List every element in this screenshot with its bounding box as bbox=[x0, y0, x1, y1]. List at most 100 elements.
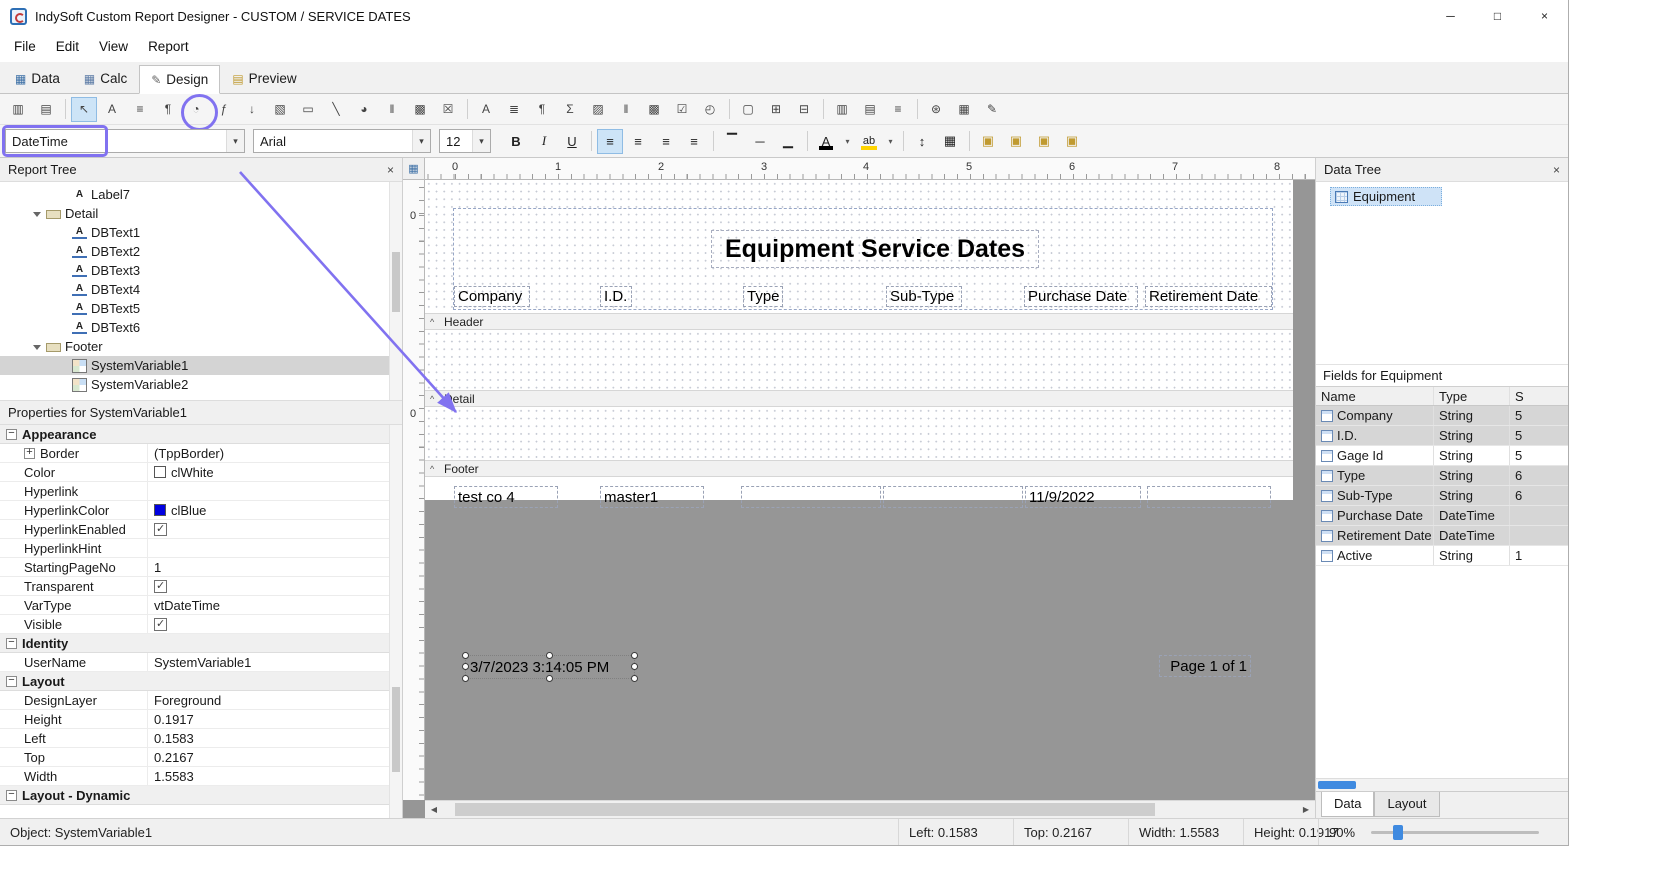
tree-item-dbtext4[interactable]: DBText4 bbox=[0, 280, 402, 299]
property-value-cell[interactable] bbox=[148, 577, 402, 595]
menu-view[interactable]: View bbox=[89, 32, 138, 62]
prop-designlayer[interactable]: DesignLayer Foreground bbox=[0, 691, 402, 710]
select-tool[interactable]: ↖ bbox=[71, 97, 97, 122]
dbtext-subtype[interactable] bbox=[883, 486, 1023, 508]
barcode-2d-tool[interactable]: ▩ bbox=[407, 97, 433, 122]
expand-icon[interactable] bbox=[24, 448, 35, 459]
underline-button[interactable]: U bbox=[559, 129, 585, 154]
menu-report[interactable]: Report bbox=[138, 32, 199, 62]
maximize-button[interactable]: □ bbox=[1474, 0, 1521, 32]
tree-expander-icon[interactable] bbox=[32, 209, 42, 219]
menu-edit[interactable]: Edit bbox=[46, 32, 89, 62]
tree-item-dbtext6[interactable]: DBText6 bbox=[0, 318, 402, 337]
image-tool[interactable]: ▧ bbox=[267, 97, 293, 122]
valign-middle-button[interactable]: ─ bbox=[747, 129, 773, 154]
prop-hyperlinkcolor[interactable]: HyperlinkColor clBlue bbox=[0, 501, 402, 520]
field-row-gage-id[interactable]: Gage Id String 5 bbox=[1316, 446, 1568, 466]
dbtext-type[interactable] bbox=[741, 486, 881, 508]
barcode-tool[interactable]: ‖ bbox=[379, 97, 405, 122]
dbrichtext-tool[interactable]: ¶ bbox=[529, 97, 555, 122]
tab-calc[interactable]: ▦ Calc bbox=[72, 64, 139, 93]
selection-handle[interactable] bbox=[462, 675, 469, 682]
grid-snap-button[interactable]: ▦ bbox=[937, 129, 963, 154]
align-palette-icon[interactable]: ≡ bbox=[885, 97, 911, 122]
valign-bottom-button[interactable]: ▁ bbox=[775, 129, 801, 154]
selection-handle[interactable] bbox=[462, 663, 469, 670]
system-variable-tool[interactable]: ◔ bbox=[183, 97, 209, 122]
collapse-icon[interactable] bbox=[6, 790, 17, 801]
checkbox-icon[interactable] bbox=[154, 580, 167, 593]
prop-group-layout-dynamic[interactable]: Layout - Dynamic bbox=[0, 786, 402, 805]
column-size-header[interactable]: S bbox=[1510, 387, 1568, 405]
systemvariable1-datetime-object[interactable]: 3/7/2023 3:14:05 PM bbox=[465, 655, 635, 679]
align-justify-button[interactable]: ≡ bbox=[681, 129, 707, 154]
chart-tool[interactable]: ◕ bbox=[351, 97, 377, 122]
report-settings-icon[interactable]: ⊛ bbox=[923, 97, 949, 122]
selection-handle[interactable] bbox=[631, 675, 638, 682]
bold-button[interactable]: B bbox=[503, 129, 529, 154]
crosstab-tool[interactable]: ⊟ bbox=[791, 97, 817, 122]
selection-handle[interactable] bbox=[546, 652, 553, 659]
column-header-company[interactable]: Company bbox=[454, 286, 530, 307]
band-view-icon[interactable]: ▤ bbox=[33, 97, 59, 122]
header-band-separator[interactable]: Header bbox=[425, 313, 1293, 330]
line-tool[interactable]: ╲ bbox=[323, 97, 349, 122]
dbbarcode-tool[interactable]: ‖ bbox=[613, 97, 639, 122]
prop-group-layout[interactable]: Layout bbox=[0, 672, 402, 691]
dbmemo-tool[interactable]: ≣ bbox=[501, 97, 527, 122]
ruler-corner-button[interactable]: ▦ bbox=[403, 158, 425, 180]
dbchart-tool[interactable]: ◴ bbox=[697, 97, 723, 122]
font-name-combo[interactable]: Arial ▾ bbox=[253, 129, 431, 153]
dbtext-purchase-date[interactable]: 11/9/2022 bbox=[1025, 486, 1141, 508]
prop-visible[interactable]: Visible bbox=[0, 615, 402, 634]
field-row-id[interactable]: I.D. String 5 bbox=[1316, 426, 1568, 446]
send-to-back-button[interactable]: ▣ bbox=[1003, 129, 1029, 154]
dbcalc-tool[interactable]: Σ bbox=[557, 97, 583, 122]
report-tree-toggle-icon[interactable]: ▥ bbox=[829, 97, 855, 122]
data-tree-item-equipment[interactable]: Equipment bbox=[1330, 187, 1442, 206]
bring-to-front-button[interactable]: ▣ bbox=[975, 129, 1001, 154]
prop-startingpageno[interactable]: StartingPageNo 1 bbox=[0, 558, 402, 577]
selection-handle[interactable] bbox=[462, 652, 469, 659]
move-forward-button[interactable]: ▣ bbox=[1031, 129, 1057, 154]
font-color-button[interactable]: A bbox=[813, 129, 839, 154]
property-value-cell[interactable] bbox=[148, 615, 402, 633]
combo-dropdown-icon[interactable]: ▾ bbox=[226, 130, 244, 152]
collapse-icon[interactable] bbox=[6, 676, 17, 687]
highlight-color-button[interactable]: ab bbox=[856, 129, 882, 154]
combo-dropdown-icon[interactable]: ▾ bbox=[412, 130, 430, 152]
tree-expander-icon[interactable] bbox=[32, 342, 42, 352]
scroll-left-icon[interactable]: ◀ bbox=[425, 801, 443, 818]
tree-item-systemvariable2[interactable]: SystemVariable2 bbox=[0, 375, 402, 394]
align-left-button[interactable]: ≡ bbox=[597, 129, 623, 154]
data-tree-toggle-icon[interactable]: ▤ bbox=[857, 97, 883, 122]
richtext-tool[interactable]: ¶ bbox=[155, 97, 181, 122]
dbtext-id[interactable]: master1 bbox=[600, 486, 704, 508]
prop-transparent[interactable]: Transparent bbox=[0, 577, 402, 596]
region-tool[interactable]: ▢ bbox=[735, 97, 761, 122]
tab-preview[interactable]: ▤ Preview bbox=[220, 64, 308, 93]
footer-band-separator[interactable]: Footer bbox=[425, 460, 1293, 477]
field-row-company[interactable]: Company String 5 bbox=[1316, 406, 1568, 426]
property-value-cell[interactable]: 0.1917 bbox=[148, 710, 402, 728]
report-tree-scrollbar[interactable] bbox=[389, 182, 402, 400]
property-value-cell[interactable]: vtDateTime bbox=[148, 596, 402, 614]
db2dbarcode-tool[interactable]: ▩ bbox=[641, 97, 667, 122]
report-outline-icon[interactable]: ▥ bbox=[5, 97, 31, 122]
field-row-type[interactable]: Type String 6 bbox=[1316, 466, 1568, 486]
move-backward-button[interactable]: ▣ bbox=[1059, 129, 1085, 154]
report-tree-close-icon[interactable]: × bbox=[387, 163, 394, 177]
scrollbar-thumb[interactable] bbox=[392, 687, 400, 772]
property-value-cell[interactable]: (TppBorder) bbox=[148, 444, 402, 462]
object-type-combo[interactable]: DateTime ▾ bbox=[5, 129, 245, 153]
column-header-retirement-date[interactable]: Retirement Date bbox=[1145, 286, 1272, 307]
font-color-dropdown-icon[interactable]: ▾ bbox=[841, 129, 854, 154]
shape-tool[interactable]: ▭ bbox=[295, 97, 321, 122]
italic-button[interactable]: I bbox=[531, 129, 557, 154]
highlight-color-dropdown-icon[interactable]: ▾ bbox=[884, 129, 897, 154]
report-title-label[interactable]: Equipment Service Dates bbox=[711, 230, 1039, 268]
zoom-slider-thumb[interactable] bbox=[1393, 825, 1403, 840]
datatree-tab-data[interactable]: Data bbox=[1321, 792, 1374, 817]
dbcheckbox-tool[interactable]: ☑ bbox=[669, 97, 695, 122]
property-value-cell[interactable] bbox=[148, 520, 402, 538]
